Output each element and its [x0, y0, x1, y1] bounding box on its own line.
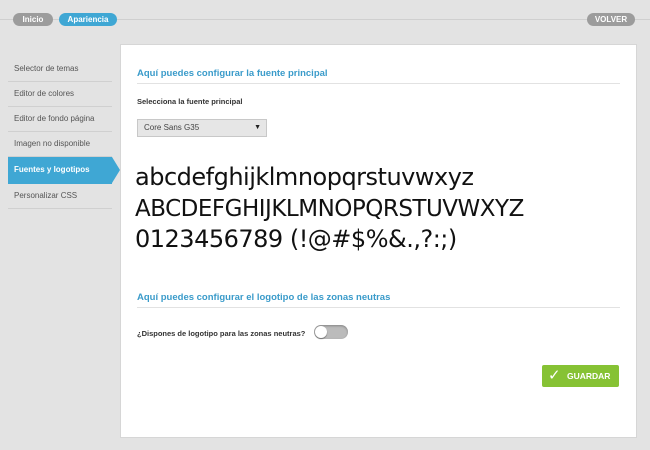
logo-section-title: Aquí puedes configurar el logotipo de la…	[137, 292, 620, 308]
font-sample-lowercase: abcdefghijklmnopqrstuvwxyz	[135, 163, 474, 191]
toggle-knob	[315, 326, 327, 338]
logo-question-label: ¿Dispones de logotipo para las zonas neu…	[137, 329, 306, 338]
font-section-title: Aquí puedes configurar la fuente princip…	[137, 68, 620, 84]
save-button-label: GUARDAR	[567, 371, 611, 381]
sidebar-item-background[interactable]: Editor de fondo página	[8, 107, 112, 132]
sidebar-item-unavailable-image[interactable]: Imagen no disponible	[8, 132, 112, 157]
breadcrumb-home[interactable]: Inicio	[13, 13, 53, 26]
sidebar-item-themes[interactable]: Selector de temas	[8, 57, 112, 82]
font-sample-digits: 0123456789 (!@#$%&.,?:;)	[135, 225, 457, 253]
font-sample-uppercase: ABCDEFGHIJKLMNOPQRSTUVWXYZ	[135, 196, 524, 222]
save-button[interactable]: ✓ GUARDAR	[542, 365, 619, 387]
chevron-down-icon: ▼	[254, 124, 261, 131]
breadcrumb-current[interactable]: Apariencia	[59, 13, 117, 26]
sidebar-item-colors[interactable]: Editor de colores	[8, 82, 112, 107]
back-button[interactable]: VOLVER	[587, 13, 635, 26]
logo-toggle[interactable]	[314, 325, 348, 339]
font-select-value: Core Sans G35	[144, 123, 200, 132]
content-panel: Aquí puedes configurar la fuente princip…	[120, 44, 637, 438]
top-bar: Inicio Apariencia VOLVER	[0, 0, 650, 40]
check-icon: ✓	[548, 367, 561, 384]
sidebar: Selector de temas Editor de colores Edit…	[8, 57, 120, 209]
font-select[interactable]: Core Sans G35 ▼	[137, 119, 267, 137]
sidebar-item-fonts-logos[interactable]: Fuentes y logotipos	[8, 157, 120, 184]
sidebar-item-custom-css[interactable]: Personalizar CSS	[8, 184, 112, 209]
font-select-label: Selecciona la fuente principal	[137, 97, 243, 106]
